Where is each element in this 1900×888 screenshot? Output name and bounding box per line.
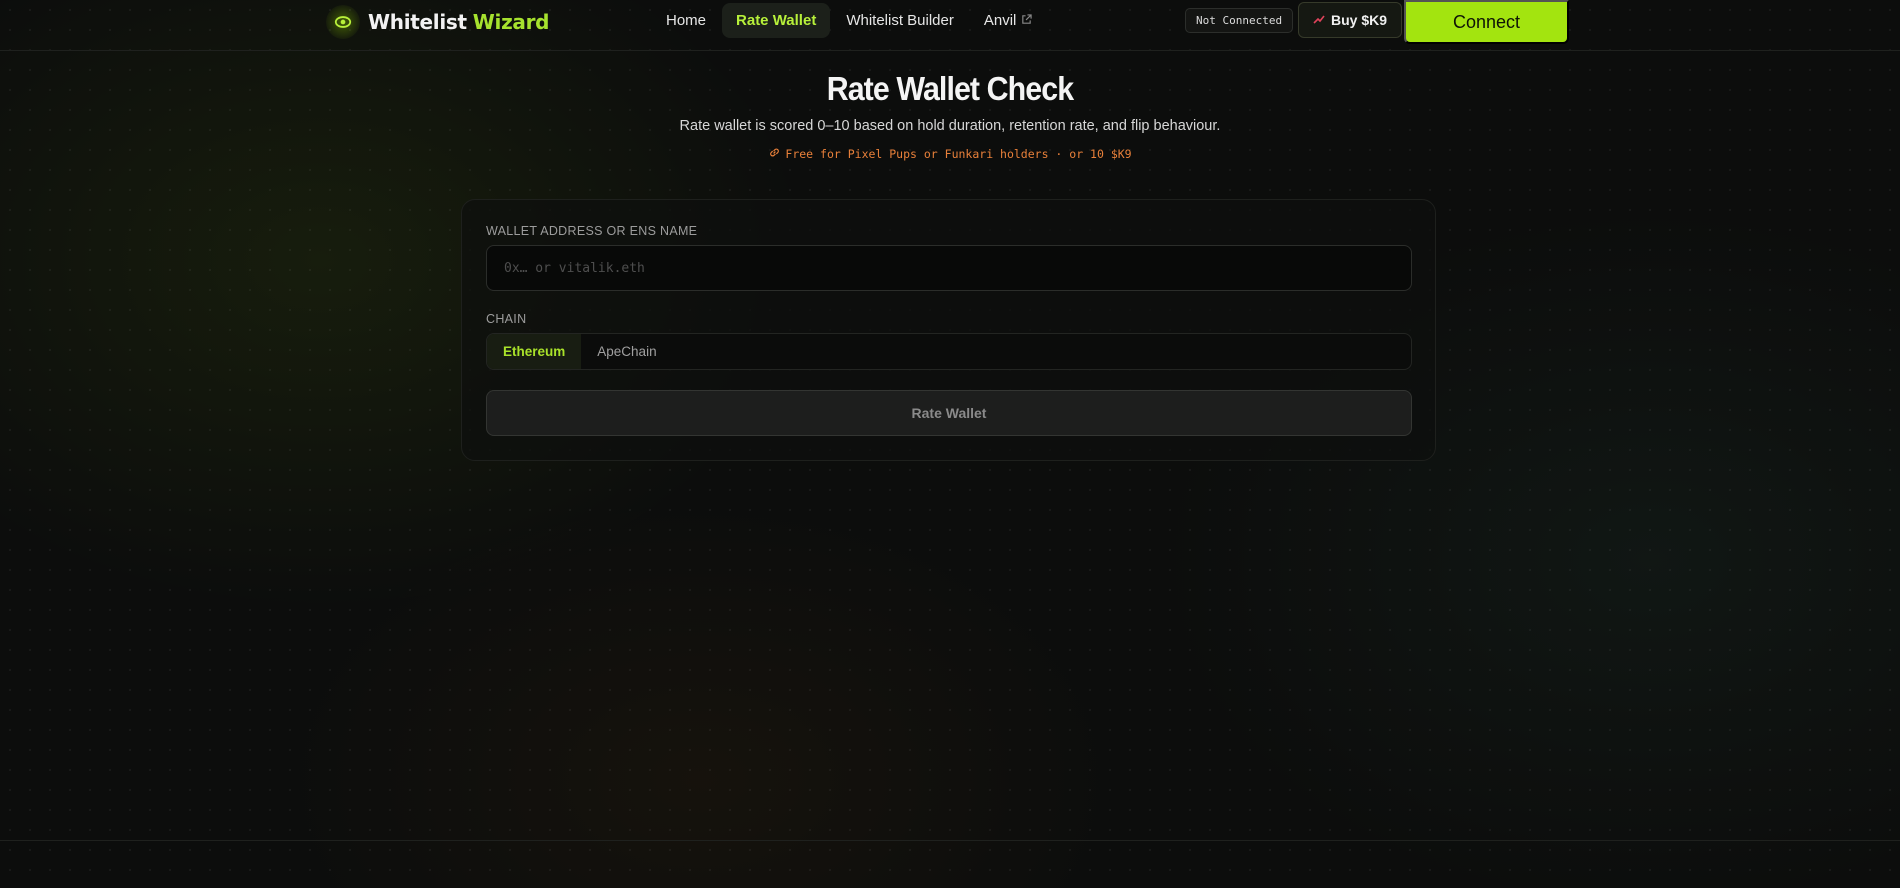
footer-divider: [0, 840, 1900, 841]
brand-name: Whitelist: [368, 10, 467, 34]
brand-accent: Wizard: [472, 10, 550, 34]
page-subtitle: Rate wallet is scored 0–10 based on hold…: [679, 118, 1221, 134]
nav-item-label: Home: [666, 12, 707, 29]
nav-item-anvil[interactable]: Anvil: [970, 3, 1047, 38]
page-header: Rate Wallet Check Rate wallet is scored …: [0, 70, 1900, 163]
top-navigation-bar: Whitelist Wizard Home Rate Wallet Whitel…: [0, 0, 1900, 51]
rate-wallet-submit-button[interactable]: Rate Wallet: [486, 390, 1412, 436]
main-nav: Home Rate Wallet Whitelist Builder Anvil: [652, 3, 1048, 38]
external-link-icon: [1021, 13, 1033, 28]
page-title: Rate Wallet Check: [826, 70, 1074, 107]
chain-selector: Ethereum ApeChain: [486, 333, 1412, 370]
chain-option-ethereum[interactable]: Ethereum: [487, 334, 582, 369]
brand-logo[interactable]: Whitelist Wizard: [326, 4, 550, 40]
buy-button-label: Buy $K9: [1331, 12, 1388, 28]
chain-option-apechain[interactable]: ApeChain: [581, 334, 672, 369]
nav-item-label: Anvil: [983, 12, 1017, 29]
rate-wallet-form-card: WALLET ADDRESS OR ENS NAME CHAIN Ethereu…: [461, 199, 1436, 461]
wallet-address-label: WALLET ADDRESS OR ENS NAME: [486, 224, 698, 238]
nav-item-rate-wallet[interactable]: Rate Wallet: [722, 3, 831, 38]
promo-text: Free for Pixel Pups or Funkari holders ·…: [785, 147, 1132, 161]
eye-icon: [326, 5, 360, 39]
nav-item-home[interactable]: Home: [652, 3, 720, 38]
chart-up-icon: [1313, 13, 1325, 28]
link-icon: [768, 146, 781, 162]
nav-item-label: Whitelist Builder: [846, 12, 954, 29]
promo-note: Free for Pixel Pups or Funkari holders ·…: [768, 146, 1132, 162]
chain-label: CHAIN: [486, 312, 527, 326]
buy-k9-button[interactable]: Buy $K9: [1298, 2, 1403, 38]
nav-item-whitelist-builder[interactable]: Whitelist Builder: [832, 3, 968, 38]
connect-button[interactable]: Connect: [1404, 0, 1569, 44]
connection-status-badge: Not Connected: [1185, 8, 1294, 33]
nav-item-label: Rate Wallet: [736, 12, 817, 29]
wallet-address-input[interactable]: [486, 245, 1412, 291]
